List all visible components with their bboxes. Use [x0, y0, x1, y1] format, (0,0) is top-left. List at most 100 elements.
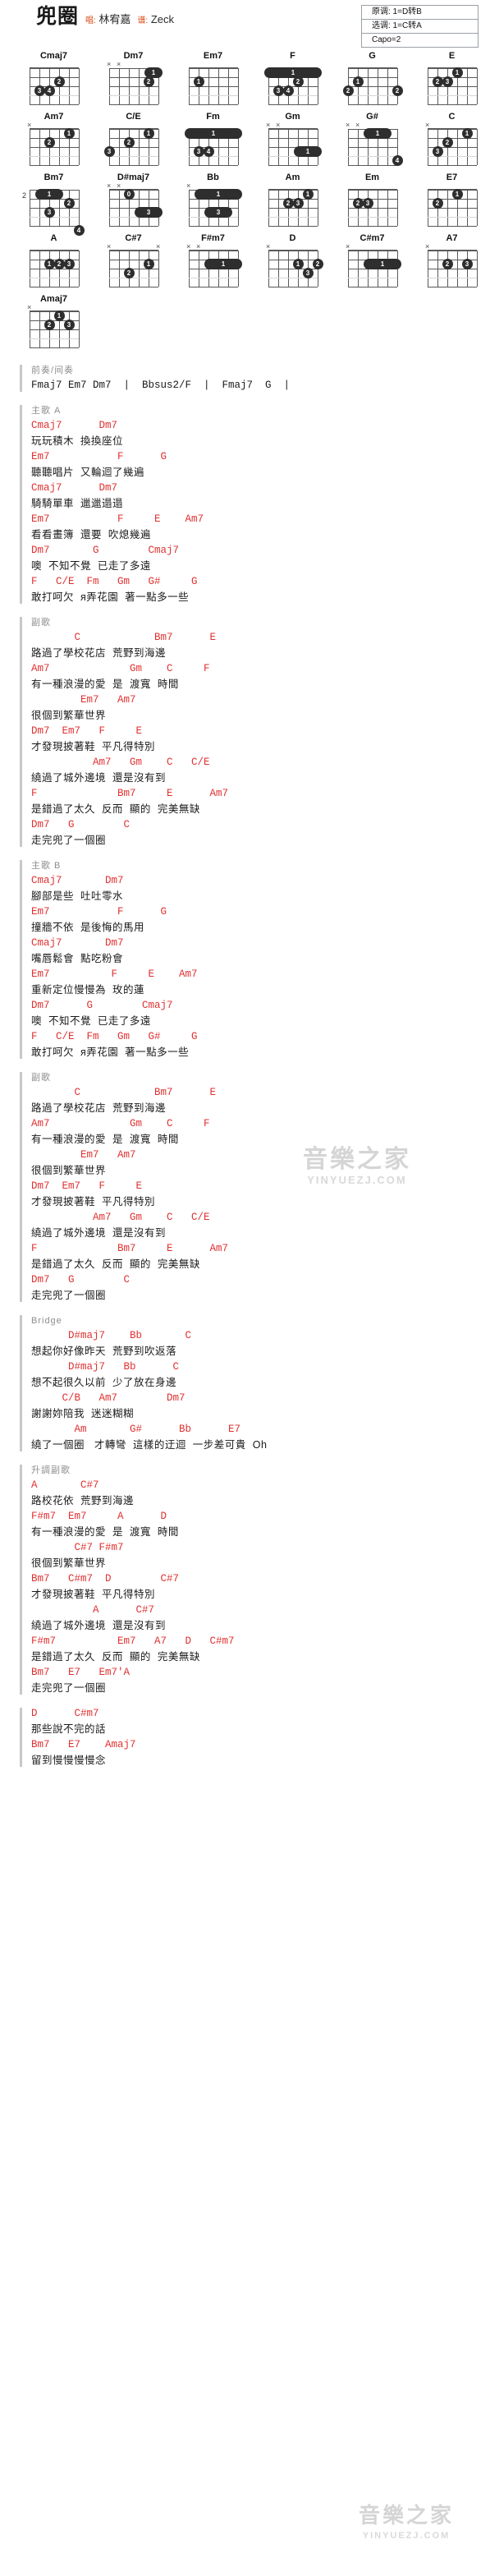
- muted-string-marker: ×: [117, 60, 121, 68]
- fretboard-grid: 13: [189, 189, 242, 227]
- finger-dot: 4: [282, 85, 294, 96]
- lyric-line: 很個到繁華世界: [31, 1165, 107, 1176]
- fretboard-grid: 234: [30, 67, 80, 105]
- chord-fretboard: 1 2 3 ×: [23, 304, 82, 348]
- chord-diagram-F-m7: F#m7 1 × ×: [171, 233, 250, 289]
- chord-diagram-Am: Am 1 2 3: [250, 172, 330, 228]
- chord-line: Dm7 G C: [31, 819, 131, 830]
- chord-diagram-row: Amaj7 1 2 3 ×: [11, 294, 490, 350]
- chord-name-label: E: [448, 51, 456, 61]
- lyric-section: 主歌 A Cmaj7 Dm7 玩玩積木 換換座位 Em7 F G 聽聽唱片 又輪迴了幾遍…: [0, 403, 490, 605]
- lyric-line: 玩玩積木 換換座位: [31, 435, 123, 447]
- chord-fretboard: 23: [341, 183, 401, 227]
- chord-fretboard: 1 × ×: [182, 242, 242, 288]
- muted-string-marker: ×: [355, 121, 360, 129]
- fretboard-grid: 123: [428, 67, 478, 105]
- chord-fretboard: 1 2 × ×: [103, 243, 162, 288]
- lyric-line: 很個到繁華世界: [31, 1557, 107, 1569]
- chord-fretboard: 3 0 × ×: [103, 182, 163, 227]
- finger-dot: 3: [63, 320, 75, 330]
- chord-diagram-D: D 1 2 3 ×: [250, 233, 330, 289]
- barre-marker: 1: [294, 146, 322, 157]
- chord-name-label: G: [369, 51, 376, 61]
- finger-dot: 1: [193, 76, 204, 87]
- chord-diagram-row: Am7 1 2 × C/E 1 2 3 Fm 1 3 4 Gm 1 × × G# 1 4 × × C 1 2 3 ×: [11, 112, 490, 168]
- chord-fretboard: 1 2 3 ×: [421, 121, 480, 166]
- muted-string-marker: ×: [186, 182, 191, 190]
- nut-bar: [428, 67, 477, 69]
- barre-marker: 1: [204, 259, 242, 269]
- chord-diagram-C-E: C/E 1 2 3: [91, 112, 171, 168]
- lyric-line: 想不起很久以前 少了放在身邊: [31, 1377, 176, 1388]
- finger-dot: 4: [44, 85, 55, 96]
- lyric-line: 想起你好像昨天 荒野到吹返落: [31, 1346, 176, 1357]
- chord-name-label: Bb: [207, 172, 219, 182]
- chord-diagram-F: F 1234: [250, 51, 330, 107]
- lyric-line: 是錯過了太久 反而 顯的 完美無缺: [31, 1651, 200, 1663]
- fretboard-grid: 12: [109, 250, 159, 288]
- fretboard-grid: 1: [189, 250, 242, 288]
- finger-dot: 2: [392, 85, 403, 96]
- finger-dot: 1: [292, 259, 304, 269]
- page-header: 兜圈 唱: 林宥嘉 谱: Zeck 原调: 1=D转B 选调: 1=C转A Ca…: [0, 0, 490, 48]
- section-label: 升調副歌: [31, 1465, 71, 1475]
- muted-string-marker: ×: [27, 121, 32, 129]
- finger-dot: 2: [432, 76, 443, 87]
- chord-fretboard: 1 3 ×: [182, 182, 242, 227]
- arranger-credit: 谱: Zeck: [137, 14, 174, 25]
- muted-string-marker: ×: [425, 121, 430, 129]
- barre-marker: 1: [364, 128, 392, 139]
- finger-dot: 3: [432, 146, 443, 157]
- chord-name-label: A7: [446, 233, 458, 243]
- lyric-line: 路過了學校花店 荒野到海邊: [31, 1102, 166, 1114]
- lyric-section: D C#m7 那些說不完的話 Bm7 E7 Amaj7 留到慢慢慢慢念: [0, 1706, 490, 1769]
- watermark-cn-text-bottom: 音樂之家: [358, 2503, 454, 2528]
- finger-dot: 1: [302, 189, 314, 200]
- chord-diagram-Cmaj7: Cmaj7 2 3 4: [11, 51, 91, 107]
- barre-marker: 1: [195, 189, 242, 200]
- lyric-line: 才發現披著鞋 平凡得特別: [31, 741, 155, 752]
- barre-marker: 1: [185, 128, 242, 139]
- lyric-line: 是錯過了太久 反而 顯的 完美無缺: [31, 803, 200, 815]
- singer-label: 唱:: [85, 16, 96, 25]
- lyric-line: 走完兜了一個圈: [31, 1290, 107, 1301]
- chord-fretboard: 123: [262, 183, 321, 227]
- finger-dot: 2: [143, 76, 154, 87]
- chord-line: Em7 F E Am7: [31, 968, 198, 980]
- chord-diagram-row: Cmaj7 2 3 4 Dm7 1 2 × × Em7 1 F 1 2 3 4 G 1 2 2 E 1 2 3: [11, 51, 490, 107]
- chord-line: Am7 Gm C C/E: [31, 757, 210, 768]
- chord-fretboard: 1 × ×: [262, 122, 322, 166]
- lyric-section: 副歌 C Bm7 E 路過了學校花店 荒野到海邊 Am7 Gm C F 有一種浪漫的愛…: [0, 1070, 490, 1304]
- fretboard-grid: 1: [189, 67, 239, 105]
- muted-string-marker: ×: [186, 242, 191, 251]
- chord-name-label: Cmaj7: [39, 51, 68, 61]
- nut-bar: [268, 250, 318, 251]
- fretboard-grid: 1 34: [185, 128, 242, 166]
- chord-fretboard: 1 34: [182, 122, 242, 166]
- chord-diagram-G: G 122: [330, 51, 410, 107]
- chord-line: Dm7 G Cmaj7: [31, 1000, 173, 1011]
- fretboard-grid: 1234: [264, 67, 322, 105]
- finger-dot: 1: [451, 67, 463, 78]
- finger-dot: 2: [292, 76, 304, 87]
- chord-line: Dm7 Em7 F E: [31, 725, 143, 737]
- lyric-line: 那些說不完的話: [31, 1723, 107, 1735]
- chord-diagram-Am7: Am7 1 2 ×: [11, 112, 91, 168]
- chord-diagram-row: Bm7 1 2 3 4 2 D#maj7 3 0 × × Bb 1 3 × Am 1 2 3 Em 2 3 E7 1 2: [11, 172, 490, 236]
- chord-fretboard: 1 2 3 ×: [262, 243, 323, 288]
- fretboard-grid: 122: [342, 67, 403, 105]
- lyric-line: 敢打呵欠 я弄花園 著一點多一些: [31, 591, 190, 603]
- nut-bar: [428, 189, 477, 191]
- chord-line: D#maj7 Bb C: [31, 1330, 192, 1341]
- chord-fretboard: 122: [341, 62, 403, 105]
- lyric-section: 副歌 C Bm7 E 路過了學校花店 荒野到海邊 Am7 Gm C F 有一種浪漫的愛…: [0, 615, 490, 849]
- finger-dot: 3: [442, 76, 453, 87]
- title-row: 兜圈 唱: 林宥嘉 谱: Zeck: [36, 7, 174, 27]
- chord-name-label: C#m7: [359, 233, 385, 243]
- fretboard-grid: 123: [428, 128, 478, 166]
- nut-bar: [348, 67, 397, 69]
